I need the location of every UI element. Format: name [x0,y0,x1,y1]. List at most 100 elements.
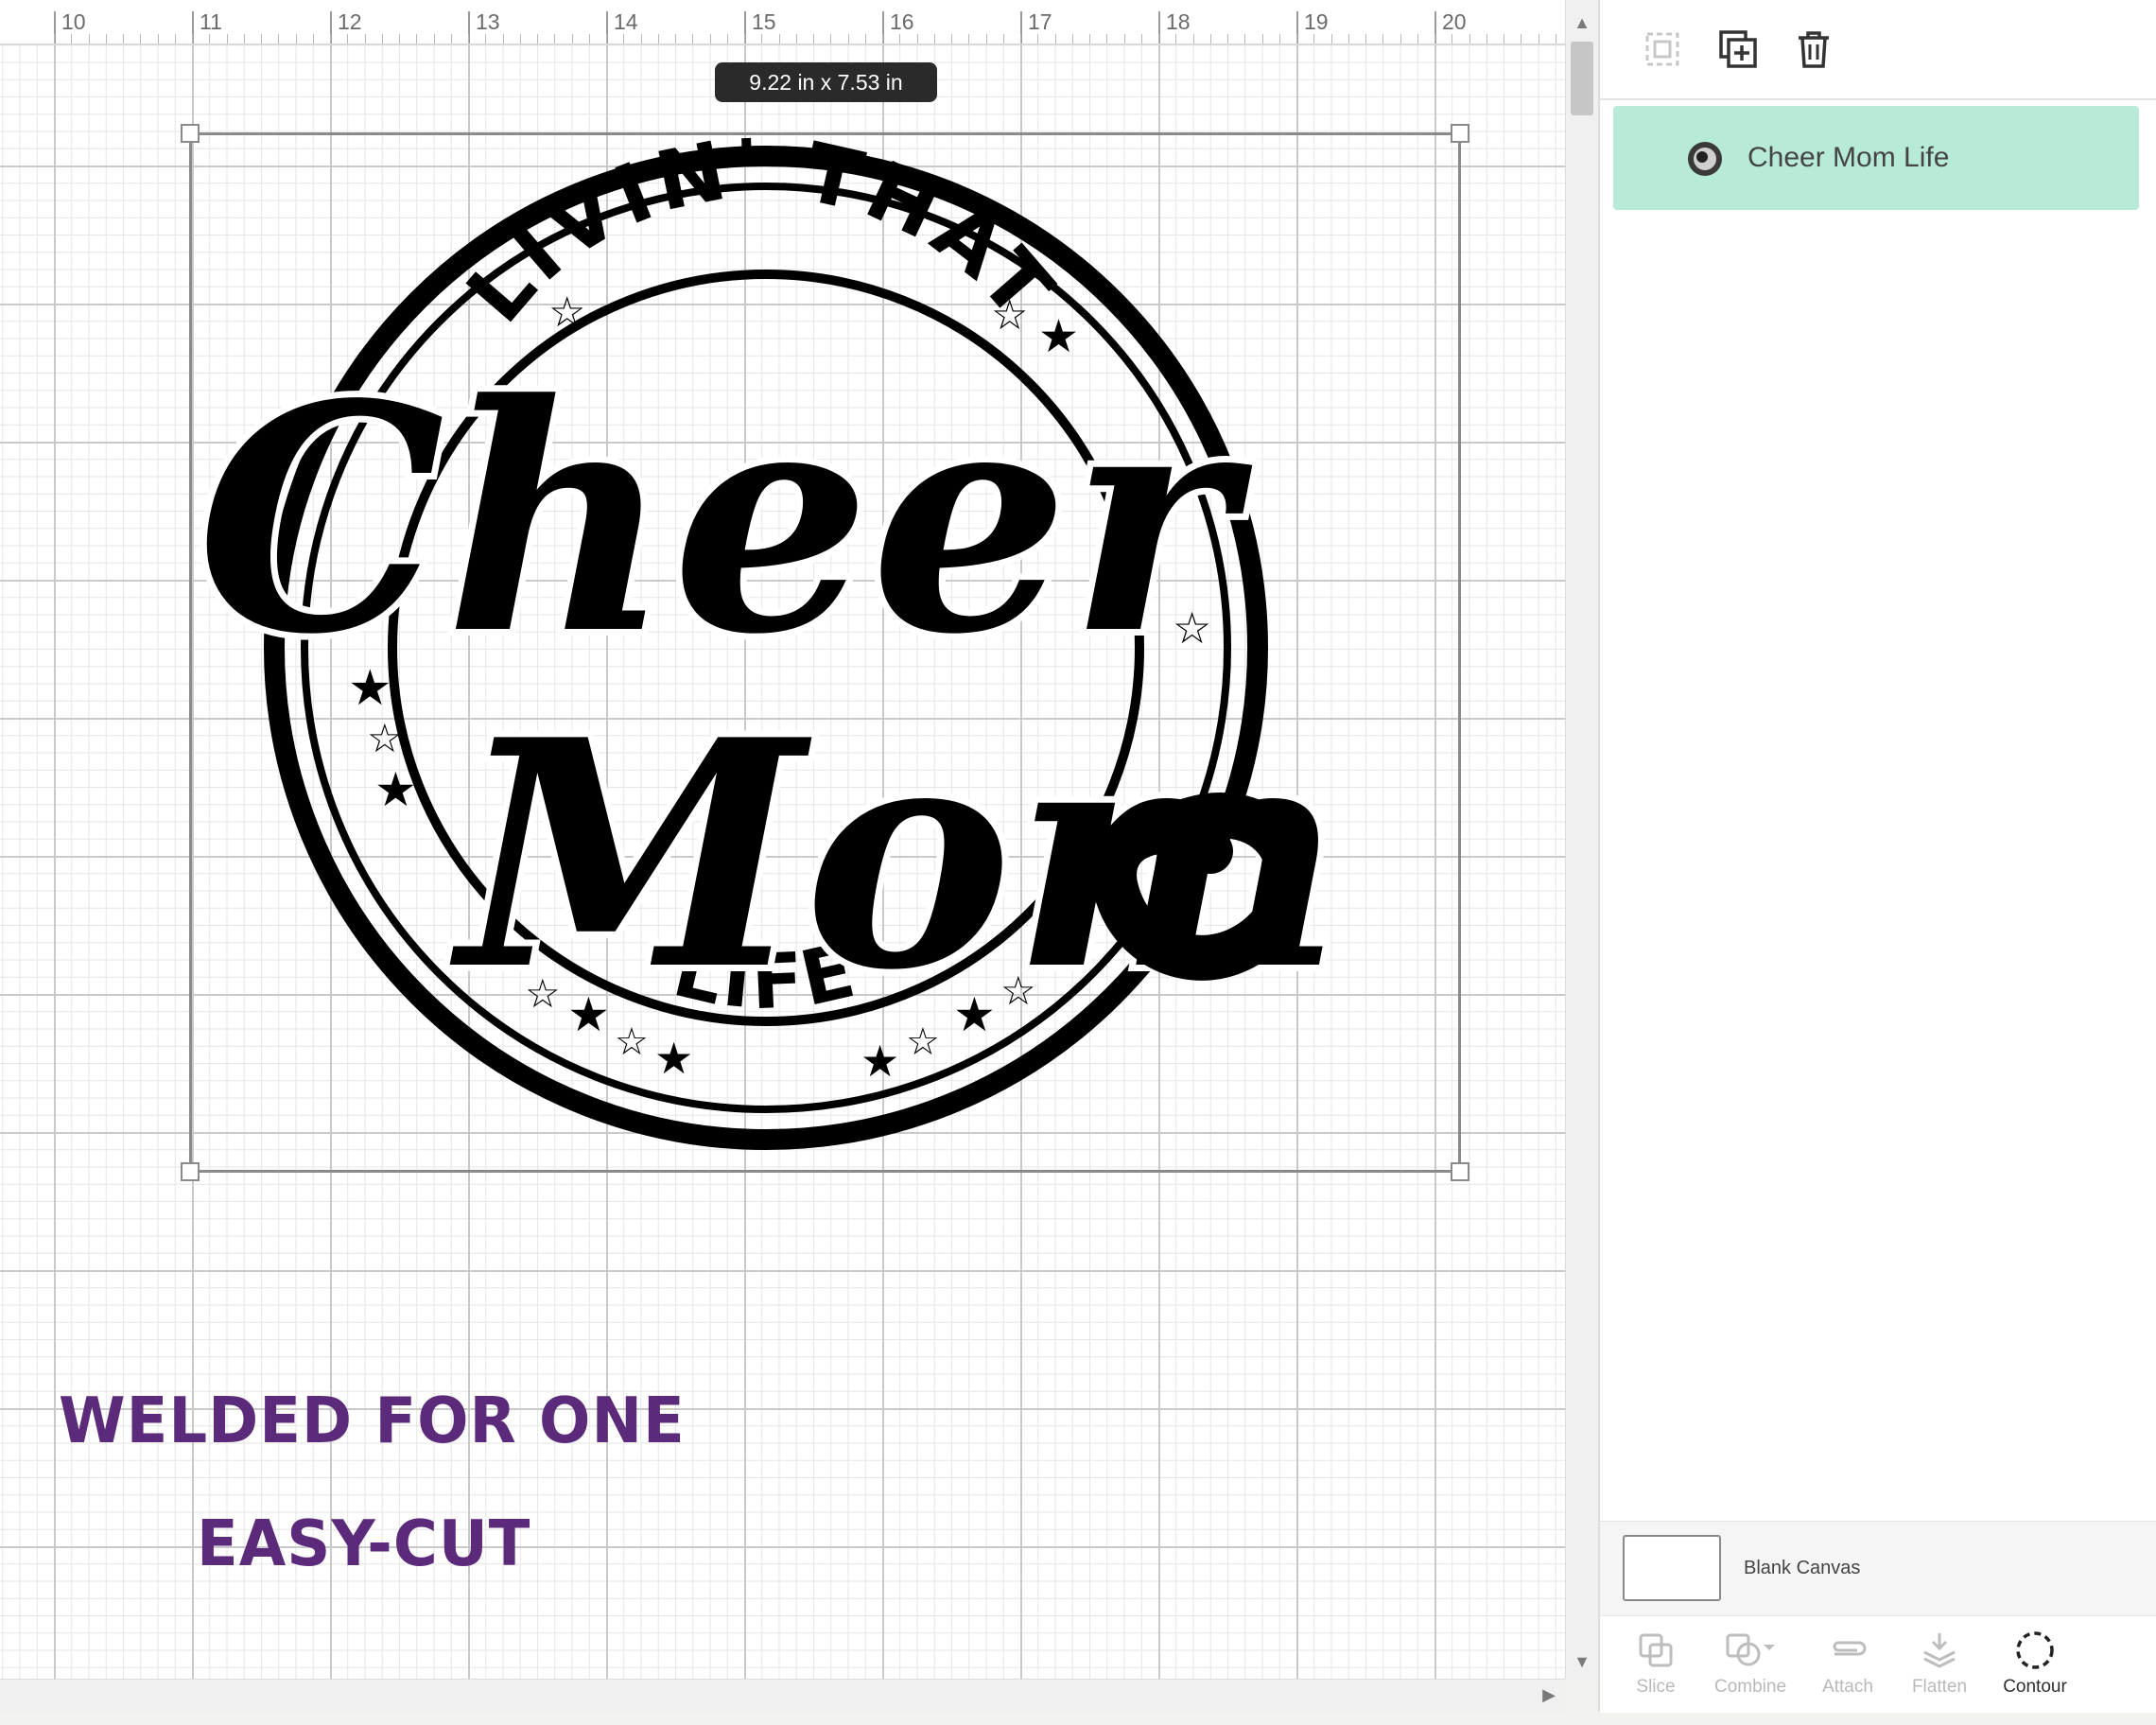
layers-panel: Cheer Mom Life Blank Canvas Slice Combin… [1598,0,2156,1713]
ruler-minor-tick [795,34,797,44]
ruler-minor-tick [54,34,55,44]
layer-actions-bar: Slice Combine Attach Flatten Contour [1600,1615,2156,1713]
blank-canvas-row[interactable]: Blank Canvas [1600,1521,2156,1616]
flatten-label: Flatten [1911,1677,1968,1697]
ruler-minor-tick [312,34,314,44]
scroll-right-arrow-icon[interactable]: ▶ [1542,1685,1556,1705]
attach-button[interactable]: Attach [1796,1622,1900,1707]
ruler-minor-tick [916,34,918,44]
ruler-minor-tick [1365,34,1366,44]
ruler-label: 15 [752,9,776,34]
duplicate-button[interactable] [1713,25,1763,74]
ruler-minor-tick [882,34,883,44]
ruler-minor-tick [744,34,745,44]
resize-handle-bottom-left[interactable] [181,1162,200,1181]
ruler-minor-tick [1278,34,1280,44]
ruler-minor-tick [1296,34,1297,44]
ruler-minor-tick [640,34,642,44]
ruler-minor-tick [209,34,211,44]
ruler-minor-tick [1348,34,1349,44]
vertical-scrollbar[interactable]: ▲ ▼ [1565,0,1598,1679]
ruler-minor-tick [502,34,504,44]
ruler-minor-tick [847,34,849,44]
flatten-icon [1923,1633,1956,1668]
ruler-minor-tick [1071,34,1073,44]
ruler-minor-tick [1054,34,1056,44]
combine-icon [1726,1633,1775,1666]
ruler-minor-tick [1158,34,1159,44]
ruler-minor-tick [1002,34,1004,44]
ruler-minor-tick [1382,34,1384,44]
ruler-label: 14 [614,9,638,34]
selection-bounding-box[interactable] [181,124,1469,1181]
duplicate-icon [1719,30,1757,68]
attach-icon [1833,1641,1867,1656]
layer-item-cheer-mom-life[interactable]: Cheer Mom Life [1613,106,2139,210]
blank-canvas-swatch[interactable] [1623,1535,1721,1601]
ruler-minor-tick [1140,34,1142,44]
ruler-label: 18 [1166,9,1191,34]
ruler-minor-tick [1192,34,1194,44]
ruler-minor-tick [864,34,866,44]
design-canvas[interactable]: 10 11 12 13 14 15 16 17 18 19 20 9.22 in… [0,0,1565,1702]
blank-canvas-label: Blank Canvas [1744,1558,1861,1578]
ruler-minor-tick [1227,34,1228,44]
ruler-minor-tick [261,34,262,44]
annotation-easy-cut-note: EASY-CUT [197,1507,531,1581]
ruler-minor-tick [381,34,383,44]
ruler-minor-tick [726,34,728,44]
ruler-minor-tick [123,34,124,44]
ruler-label: 10 [61,9,86,34]
ruler-minor-tick [278,34,280,44]
ruler-minor-tick [1106,34,1108,44]
contour-label: Contour [2003,1677,2067,1697]
ruler-minor-tick [347,34,349,44]
scroll-up-arrow-icon[interactable]: ▲ [1566,13,1598,32]
resize-handle-bottom-right[interactable] [1451,1162,1469,1181]
ruler-minor-tick [951,34,952,44]
ruler-minor-tick [675,34,676,44]
ruler-minor-tick [1417,34,1418,44]
ruler-minor-tick [433,34,435,44]
slice-icon [1639,1633,1673,1667]
ruler-minor-tick [1261,34,1263,44]
contour-button[interactable]: Contour [1983,1622,2087,1707]
ruler-minor-tick [1020,34,1021,44]
horizontal-ruler: 10 11 12 13 14 15 16 17 18 19 20 [0,0,1565,45]
vertical-scroll-thumb[interactable] [1571,42,1593,115]
ruler-minor-tick [813,34,814,44]
resize-handle-top-right[interactable] [1451,124,1469,143]
ruler-minor-tick [450,34,452,44]
ruler-minor-tick [1175,34,1177,44]
ruler-minor-tick [1434,34,1435,44]
flatten-button[interactable]: Flatten [1887,1622,1991,1707]
ruler-minor-tick [933,34,935,44]
ruler-minor-tick [830,34,832,44]
delete-button[interactable] [1789,25,1838,74]
combine-button[interactable]: Combine [1698,1622,1802,1707]
ruler-minor-tick [657,34,659,44]
ruler-minor-tick [192,34,193,44]
group-icon [1645,32,1679,66]
ruler-minor-tick [1244,34,1246,44]
ruler-minor-tick [1123,34,1125,44]
ruler-minor-tick [416,34,418,44]
ruler-minor-tick [330,34,331,44]
ruler-minor-tick [1469,34,1470,44]
ruler-minor-tick [519,34,521,44]
resize-handle-top-left[interactable] [181,124,200,143]
attach-label: Attach [1822,1677,1873,1697]
ruler-label: 19 [1304,9,1329,34]
slice-button[interactable]: Slice [1604,1622,1708,1707]
combine-label: Combine [1713,1677,1787,1697]
group-button[interactable] [1638,25,1687,74]
layers-toolbar [1600,0,2156,100]
scroll-down-arrow-icon[interactable]: ▼ [1566,1652,1598,1671]
ruler-minor-tick [71,34,73,44]
ruler-label: 16 [890,9,914,34]
horizontal-scrollbar[interactable]: ▶ [0,1679,1565,1712]
ruler-minor-tick [1209,34,1211,44]
ruler-minor-tick [1037,34,1039,44]
ruler-minor-tick [105,34,107,44]
ruler-minor-tick [968,34,970,44]
